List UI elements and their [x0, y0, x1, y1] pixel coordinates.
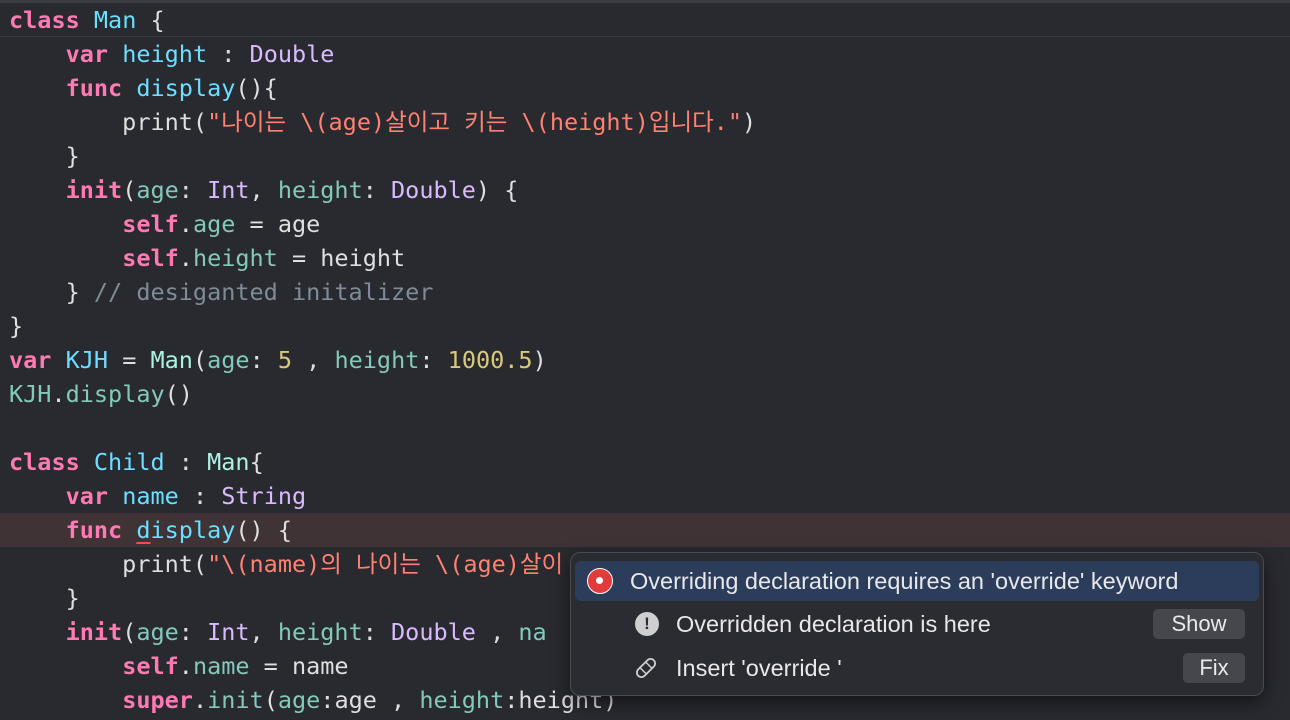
code-line-6: init(age: Int, height: Double) { [65, 176, 519, 204]
code-comment: // desiganted initalizer [93, 278, 434, 306]
code-line-1: class Man { [0, 3, 1290, 37]
age-literal: 5 [277, 346, 293, 374]
note-icon: ! [635, 612, 659, 636]
code-line-4: print("나이는 \(age)살이고 키는 \(height)입니다.") [9, 108, 757, 136]
code-line-16-error[interactable]: func display() { [0, 513, 1290, 547]
code-line-7: self.age = age [122, 210, 321, 238]
code-line-8: self.height = height [122, 244, 406, 272]
code-line-12: KJH.display() [9, 380, 193, 408]
note-message: Overridden declaration is here [676, 611, 991, 637]
code-line-15: var name : String [65, 482, 307, 510]
fix-button[interactable]: Fix [1183, 653, 1245, 683]
code-line-5: } [9, 142, 80, 170]
bandage-icon [633, 655, 659, 681]
diagnostic-error-row[interactable]: Overriding declaration requires an 'over… [575, 561, 1259, 601]
show-button[interactable]: Show [1153, 609, 1245, 639]
error-icon [587, 568, 613, 594]
code-line-14: class Child : Man{ [9, 448, 264, 476]
code-line-2: var height : Double [65, 40, 335, 68]
diagnostic-fixit-row[interactable]: Insert 'override ' Fix [575, 648, 1259, 688]
code-line-11: var KJH = Man(age: 5 , height: 1000.5) [9, 346, 547, 374]
diagnostic-note-row[interactable]: ! Overridden declaration is here Show [575, 604, 1259, 644]
error-message: Overriding declaration requires an 'over… [630, 568, 1179, 594]
code-line-9: } // desiganted initalizer [9, 278, 434, 306]
display-string-literal: "나이는 \(age)살이고 키는 \(height)입니다." [207, 108, 743, 136]
fixit-message: Insert 'override ' [676, 655, 842, 681]
error-underline[interactable]: d [136, 516, 150, 544]
diagnostic-popup[interactable]: Overriding declaration requires an 'over… [570, 552, 1264, 696]
height-literal: 1000.5 [447, 346, 533, 374]
display-string-literal-2: "\(name)의 나이는 \(age)살이 [207, 550, 564, 578]
code-line-10: } [9, 312, 24, 340]
code-line-3: func display(){ [65, 74, 278, 102]
